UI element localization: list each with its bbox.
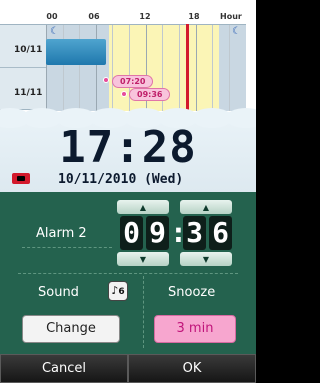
- sound-label: Sound: [38, 285, 79, 300]
- sound-number: 6: [118, 287, 125, 297]
- divider: [18, 273, 238, 274]
- alarm-time-pill: 07:20: [112, 75, 154, 88]
- alarm-time-pill: 09:36: [129, 88, 171, 101]
- current-time: 17:28: [59, 122, 197, 173]
- hour-label: 06: [88, 12, 100, 21]
- alarm-minute-display: 3 6: [183, 216, 232, 250]
- alarm-marker-dot: [103, 77, 109, 83]
- current-date: 10/11/2010 (Wed): [58, 172, 184, 187]
- sleep-timeline: 10/11 ☾ ☾ 11/11: [0, 24, 246, 111]
- bottom-screen: ▲ ▲ Alarm 2 0 9 : 3 6 ▼ ▼ Sound ♪6 Snooz…: [0, 192, 256, 383]
- hour-label: 00: [46, 12, 58, 21]
- minute-digit: 3: [183, 216, 206, 250]
- cancel-button[interactable]: Cancel: [0, 354, 128, 383]
- top-screen: 00 06 12 18 Hour ✹ 10/11: [0, 0, 256, 192]
- hour-label: 18: [188, 12, 200, 21]
- row-date-label: 10/11: [14, 45, 43, 55]
- sleep-period-bar: [46, 39, 106, 65]
- current-time-marker: [186, 24, 189, 110]
- moon-icon: ☾: [232, 26, 241, 37]
- ok-button[interactable]: OK: [128, 354, 256, 383]
- alarm-marker-dot: [121, 91, 127, 97]
- divider: [22, 247, 112, 248]
- snooze-label: Snooze: [168, 285, 216, 300]
- hour-label: 12: [139, 12, 151, 21]
- hour-axis: 00 06 12 18 Hour: [0, 12, 256, 24]
- snooze-duration-button[interactable]: 3 min: [154, 315, 236, 343]
- moon-icon: ☾: [50, 26, 59, 37]
- battery-icon: [12, 173, 30, 184]
- alarm-hour-display: 0 9: [120, 216, 169, 250]
- row-date-label: 11/11: [14, 88, 43, 98]
- music-note-icon: ♪6: [108, 281, 128, 301]
- change-sound-button[interactable]: Change: [22, 315, 120, 343]
- hour-digit: 9: [146, 216, 169, 250]
- timeline-row: 10/11 ☾ ☾: [0, 25, 246, 68]
- alarm-name-label: Alarm 2: [36, 226, 87, 241]
- timeline-plot: [46, 25, 246, 68]
- hour-digit: 0: [120, 216, 143, 250]
- hour-unit-label: Hour: [220, 12, 242, 21]
- hour-down-button[interactable]: ▼: [117, 252, 169, 266]
- divider: [143, 276, 144, 348]
- minute-down-button[interactable]: ▼: [180, 252, 232, 266]
- hour-up-button[interactable]: ▲: [117, 200, 169, 214]
- minute-digit: 6: [209, 216, 232, 250]
- minute-up-button[interactable]: ▲: [180, 200, 232, 214]
